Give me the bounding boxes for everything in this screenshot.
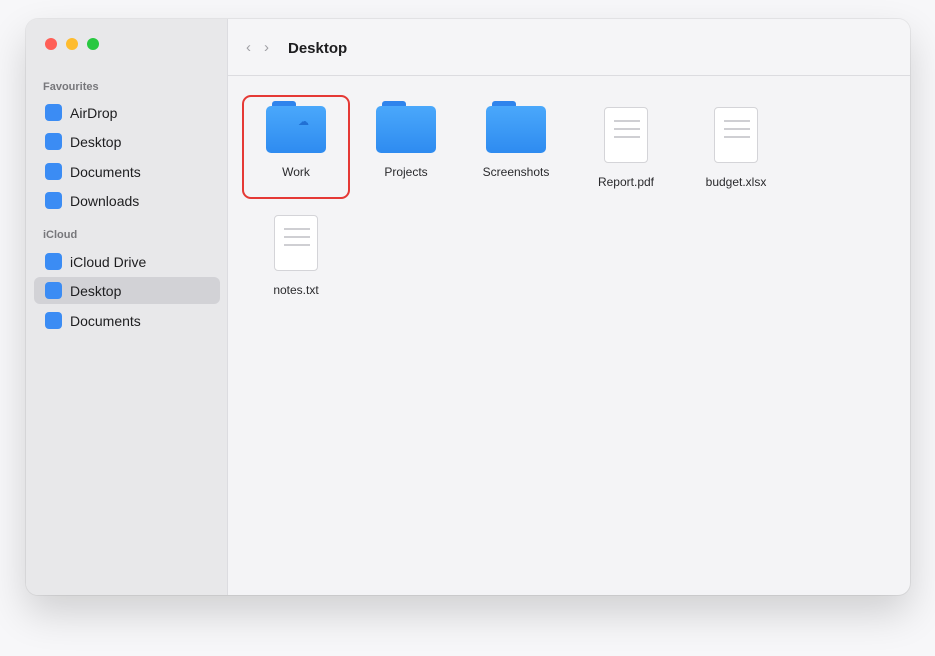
downloads-icon: [45, 192, 62, 209]
file-item-projects[interactable]: Projects: [352, 95, 460, 199]
desktop-icon: [45, 133, 62, 150]
sidebar-item-downloads[interactable]: Downloads: [34, 187, 220, 214]
file-item-work[interactable]: ☁ Work: [242, 95, 350, 199]
sidebar-item-airdrop[interactable]: AirDrop: [34, 99, 220, 126]
window-controls: [45, 38, 99, 50]
sidebar: Favourites AirDrop Desktop Documents Dow…: [26, 19, 228, 595]
sidebar-section-favourites: Favourites: [43, 81, 99, 93]
finder-window: Favourites AirDrop Desktop Documents Dow…: [26, 19, 910, 595]
document-icon: [274, 215, 318, 271]
file-item-screenshots[interactable]: Screenshots: [462, 95, 570, 199]
desktop-icon: [45, 282, 62, 299]
back-icon[interactable]: ‹: [246, 39, 251, 56]
file-name: Report.pdf: [597, 175, 655, 189]
file-browser: ‹ › Desktop ☁ Work Projects Screenshots …: [228, 19, 910, 595]
sidebar-item-documents[interactable]: Documents: [34, 158, 220, 185]
file-item-report-pdf[interactable]: Report.pdf: [572, 95, 680, 211]
close-button[interactable]: [45, 38, 57, 50]
sidebar-item-icloud-documents[interactable]: Documents: [34, 307, 220, 334]
sidebar-item-label: Desktop: [70, 133, 122, 150]
sidebar-item-label: Downloads: [70, 192, 140, 209]
zoom-button[interactable]: [87, 38, 99, 50]
document-icon: [714, 107, 758, 163]
document-icon: [604, 107, 648, 163]
sidebar-item-label: iCloud Drive: [70, 253, 147, 270]
file-name: Screenshots: [482, 165, 550, 179]
sidebar-item-label: Desktop: [70, 282, 122, 299]
file-name: Projects: [384, 165, 428, 179]
documents-icon: [45, 312, 62, 329]
sidebar-item-icloud-desktop[interactable]: Desktop: [34, 277, 220, 304]
sidebar-section-icloud: iCloud: [43, 229, 78, 241]
forward-icon[interactable]: ›: [264, 39, 269, 56]
file-item-budget-xlsx[interactable]: budget.xlsx: [682, 95, 790, 211]
folder-icon: ☁: [266, 101, 326, 153]
folder-icon: [376, 101, 436, 153]
sidebar-item-icloud-drive[interactable]: iCloud Drive: [34, 248, 220, 275]
minimize-button[interactable]: [66, 38, 78, 50]
file-name: Work: [282, 165, 310, 179]
sidebar-item-label: AirDrop: [70, 104, 118, 121]
sidebar-item-label: Documents: [70, 163, 141, 180]
documents-icon: [45, 163, 62, 180]
file-item-notes-txt[interactable]: notes.txt: [242, 203, 350, 319]
cloud-icon: ☁: [298, 116, 309, 128]
folder-icon: [486, 101, 546, 153]
airdrop-icon: [45, 104, 62, 121]
sidebar-item-desktop[interactable]: Desktop: [34, 128, 220, 155]
toolbar: ‹ › Desktop: [228, 19, 910, 76]
file-name: notes.txt: [273, 283, 319, 297]
page-title: Desktop: [288, 40, 348, 57]
file-name: budget.xlsx: [705, 175, 767, 189]
icloud-drive-icon: [45, 253, 62, 270]
sidebar-item-label: Documents: [70, 312, 141, 329]
